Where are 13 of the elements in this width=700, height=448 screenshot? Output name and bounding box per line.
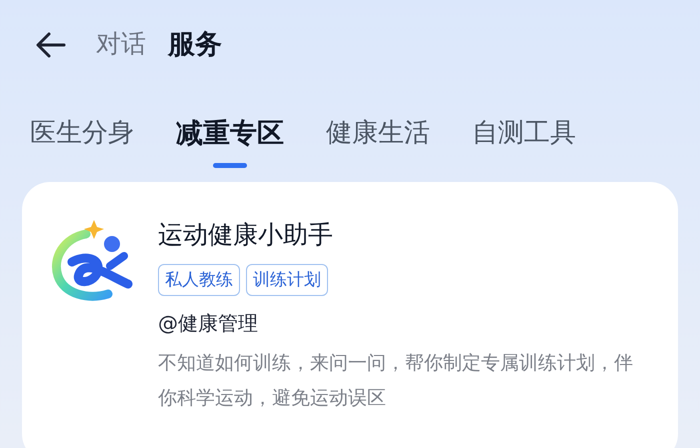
category-tab[interactable]: 健康生活 — [326, 114, 430, 153]
service-description: 不知道如何训练，来问一问，帮你制定专属训练计划，伴你科学运动，避免运动误区 — [158, 351, 634, 411]
service-title: 运动健康小助手 — [158, 219, 334, 251]
back-icon[interactable] — [36, 32, 66, 58]
service-card[interactable]: 运动健康小助手 私人教练 训练计划 @健康管理 不知道如何训练，来问一问，帮你制定专属训练计划，伴你科学运动，避免运动误区 — [22, 182, 678, 448]
tag: 私人教练 — [158, 264, 240, 296]
provider-name: @健康管理 — [158, 310, 259, 337]
tag: 训练计划 — [246, 264, 328, 296]
header-tab[interactable]: 服务 — [168, 24, 222, 66]
category-tab[interactable]: 自测工具 — [472, 114, 576, 153]
category-tab[interactable]: 减重专区 — [176, 114, 284, 168]
category-tab[interactable]: 医生分身 — [30, 114, 134, 153]
header-tab[interactable]: 对话 — [96, 24, 146, 66]
